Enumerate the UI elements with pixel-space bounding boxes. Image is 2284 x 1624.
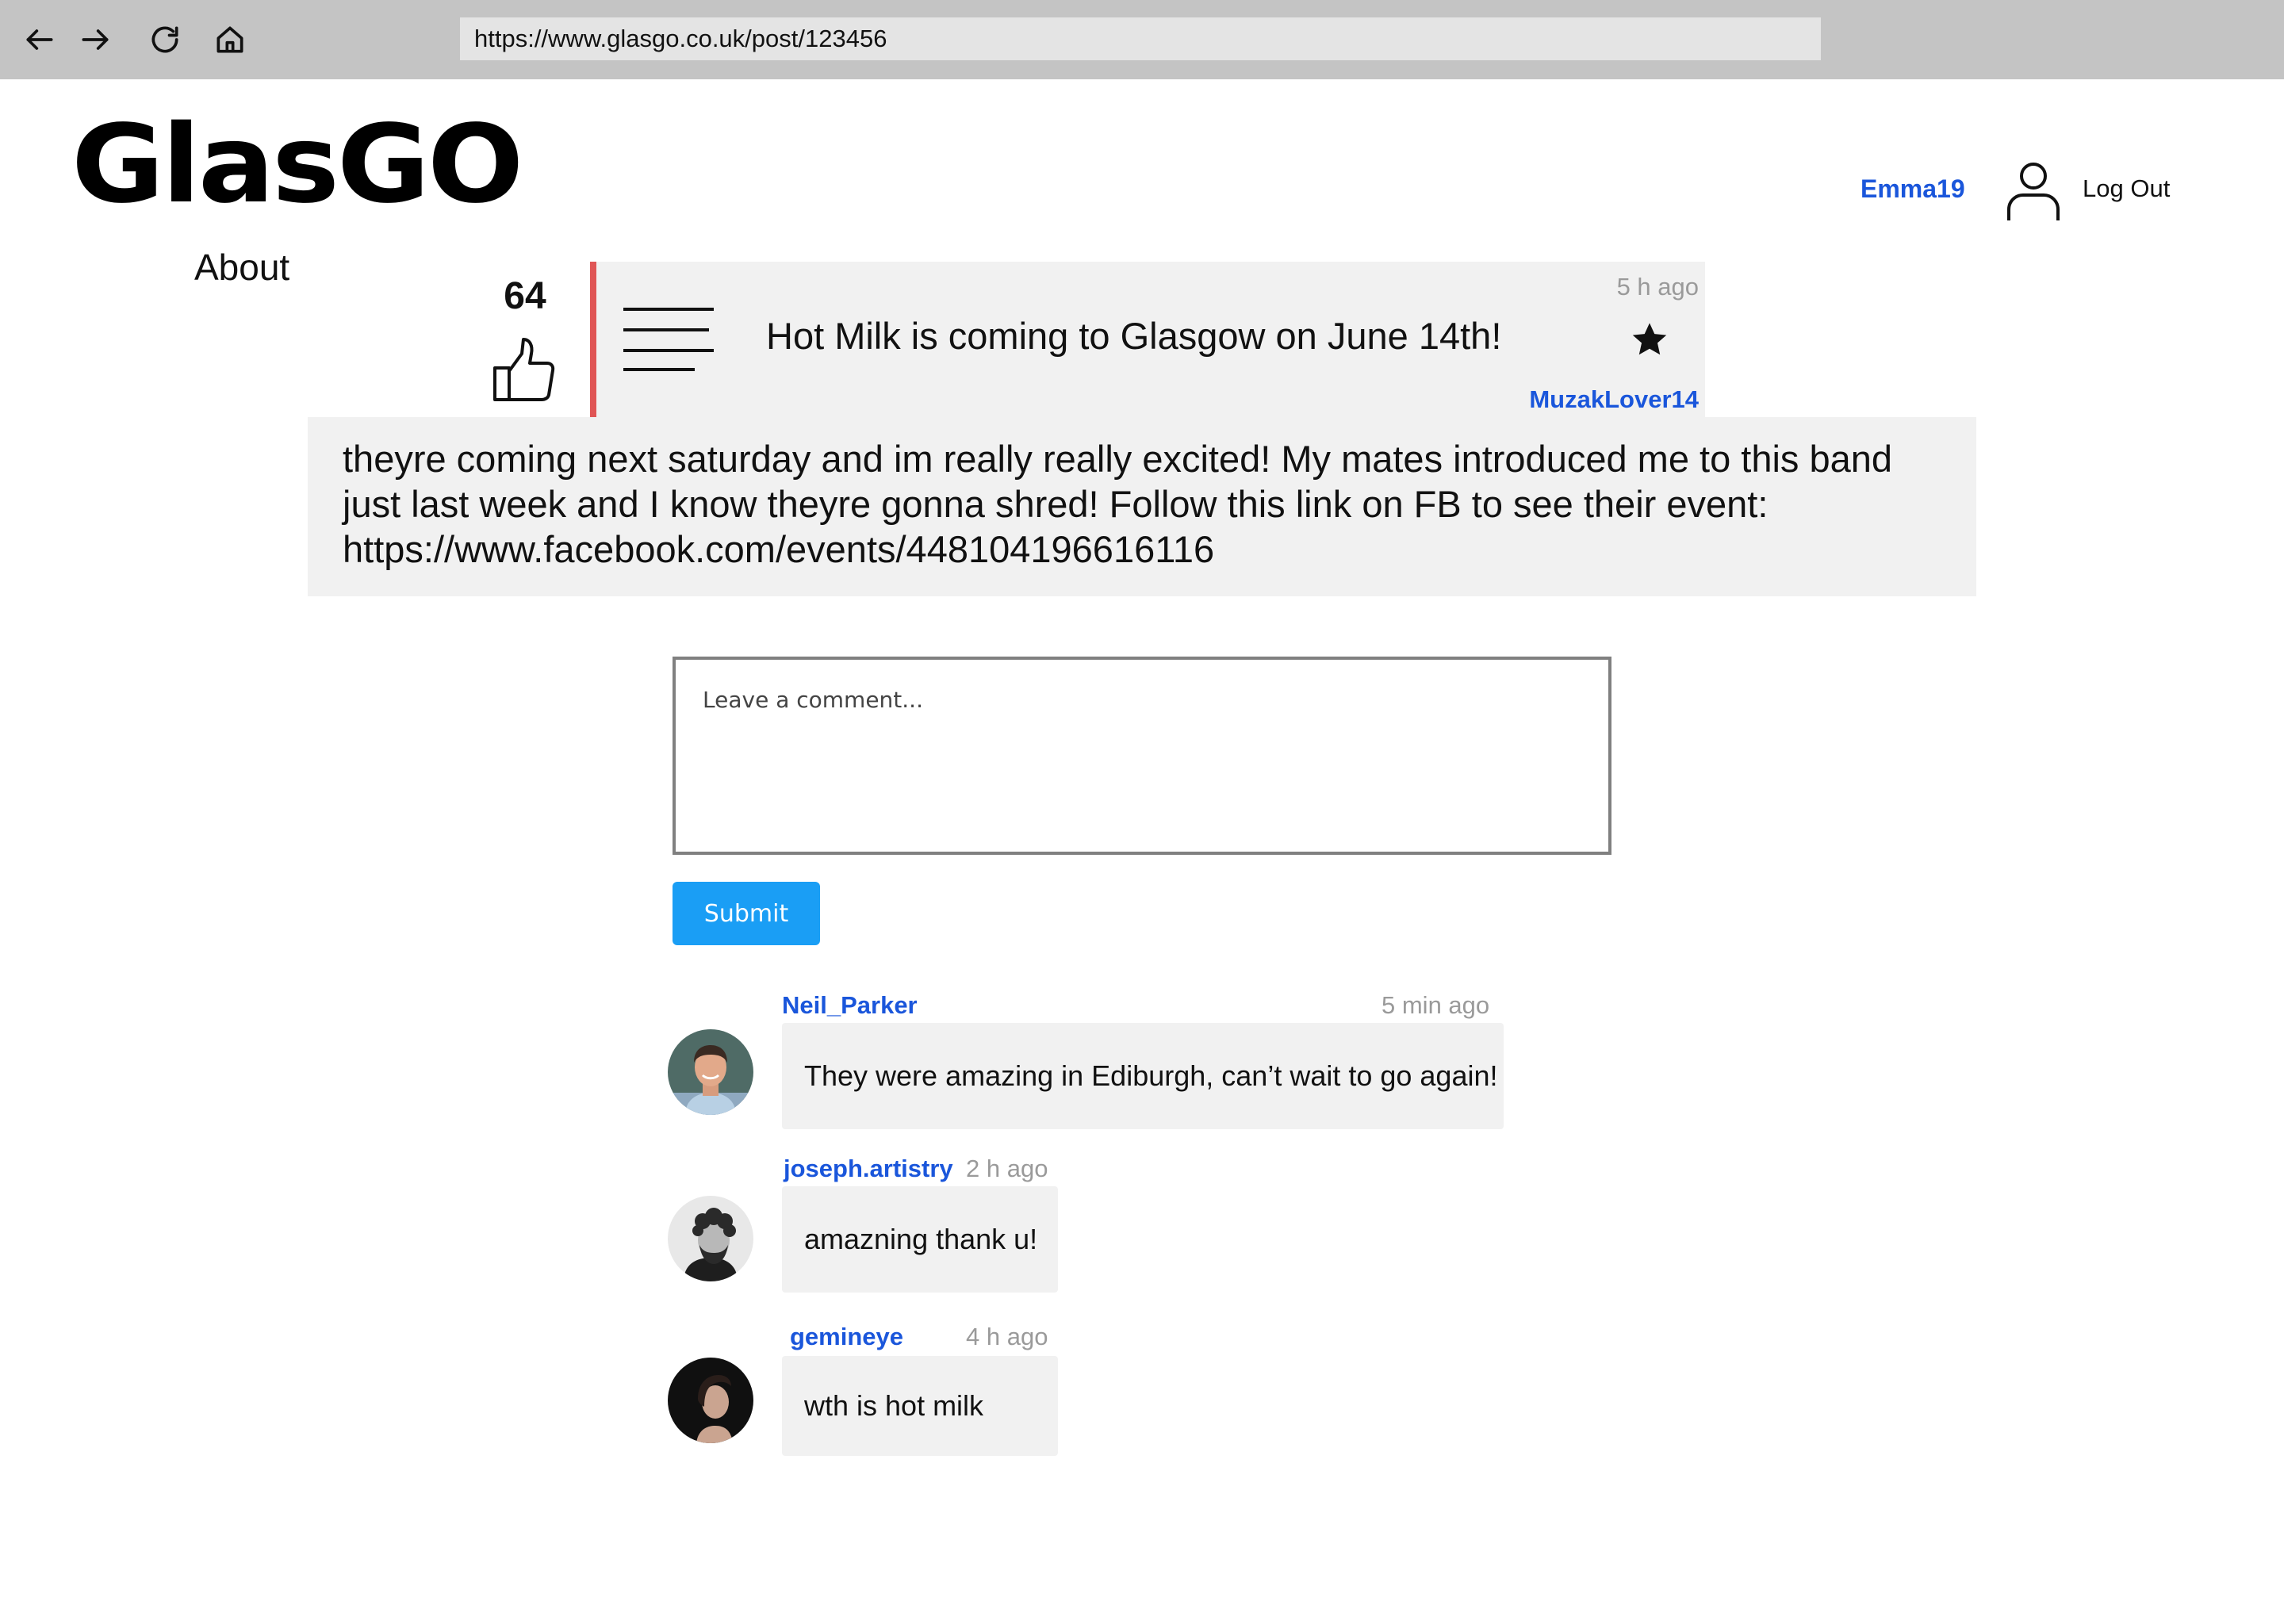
- comment-timestamp: 2 h ago: [966, 1155, 1048, 1182]
- avatar[interactable]: [668, 1029, 753, 1115]
- post-timestamp: 5 h ago: [1616, 273, 1699, 301]
- star-icon[interactable]: [1629, 319, 1670, 360]
- comment-timestamp: 5 min ago: [1382, 991, 1490, 1019]
- post-body-line: just last week and I know theyre gonna s…: [343, 483, 1769, 525]
- submit-button[interactable]: Submit: [673, 882, 820, 945]
- post-body: theyre coming next saturday and im reall…: [308, 417, 1976, 596]
- text-post-icon: [623, 308, 714, 371]
- post-header: Hot Milk is coming to Glasgow on June 14…: [590, 262, 1705, 417]
- comment-author[interactable]: joseph.artistry: [784, 1155, 953, 1183]
- forward-arrow-icon[interactable]: [71, 16, 119, 63]
- post-author[interactable]: MuzakLover14: [1529, 385, 1699, 414]
- home-icon[interactable]: [206, 16, 254, 63]
- site-logo[interactable]: GlasGO: [71, 111, 523, 219]
- back-arrow-icon[interactable]: [16, 16, 63, 63]
- post-body-link[interactable]: https://www.facebook.com/events/44810419…: [343, 527, 1941, 572]
- comment-text: They were amazing in Ediburgh, can’t wai…: [782, 1023, 1504, 1129]
- comment-text: amazning thank u!: [782, 1186, 1058, 1293]
- comment-timestamp: 4 h ago: [966, 1323, 1048, 1350]
- comment-author[interactable]: Neil_Parker: [782, 991, 918, 1020]
- about-link[interactable]: About: [194, 246, 289, 289]
- thumbs-up-icon[interactable]: [492, 336, 555, 403]
- comment-input[interactable]: [673, 657, 1611, 855]
- comment-text: wth is hot milk: [782, 1356, 1058, 1456]
- post-body-line: theyre coming next saturday and im reall…: [343, 438, 1893, 480]
- reload-icon[interactable]: [141, 16, 189, 63]
- avatar[interactable]: [668, 1358, 753, 1443]
- address-bar[interactable]: https://www.glasgo.co.uk/post/123456: [460, 17, 1821, 60]
- comment-author[interactable]: gemineye: [790, 1323, 903, 1351]
- logout-button[interactable]: Log Out: [2083, 174, 2170, 203]
- user-profile-icon[interactable]: [2005, 159, 2062, 222]
- avatar[interactable]: [668, 1196, 753, 1281]
- current-username[interactable]: Emma19: [1861, 174, 1965, 204]
- post-title[interactable]: Hot Milk is coming to Glasgow on June 14…: [766, 314, 1501, 358]
- vote-count: 64: [504, 275, 546, 317]
- browser-toolbar: https://www.glasgo.co.uk/post/123456: [0, 0, 2284, 79]
